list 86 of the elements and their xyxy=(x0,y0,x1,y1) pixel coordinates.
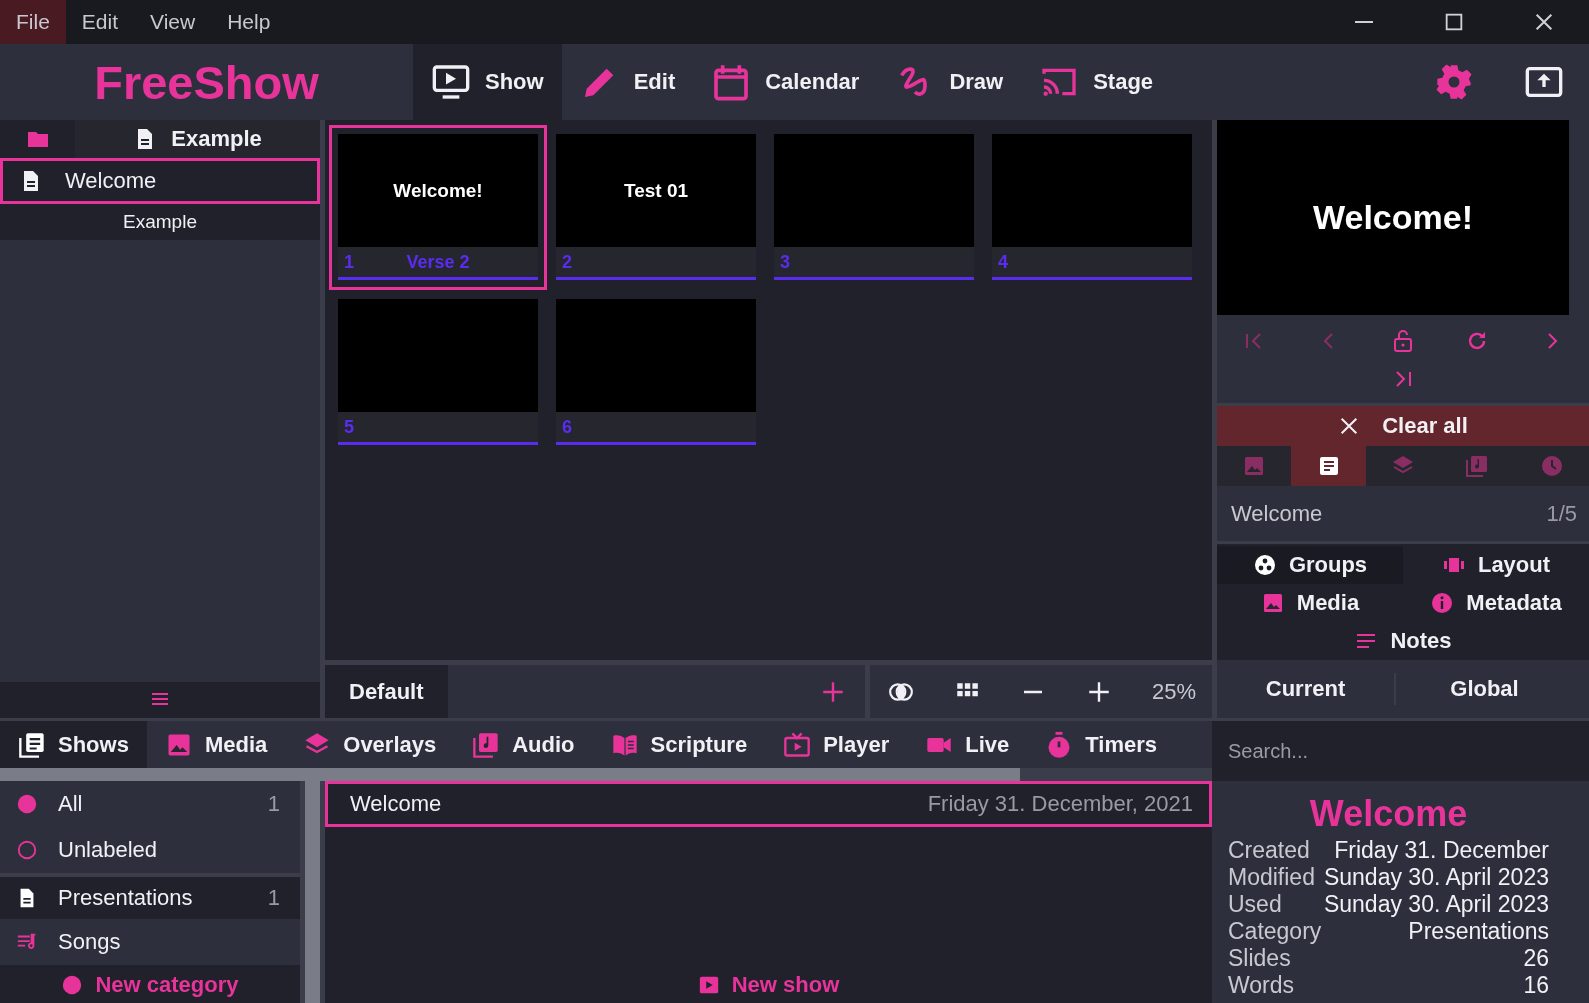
info-value: Presentations xyxy=(1408,918,1549,945)
menu-item[interactable]: Help xyxy=(211,0,287,44)
scrollbar[interactable] xyxy=(0,768,1020,781)
info-label: Slides xyxy=(1228,945,1291,972)
info-value: Sunday 30. April 2023 xyxy=(1323,891,1549,918)
slide-number: 1 xyxy=(344,251,355,273)
drawer-tab[interactable]: Live xyxy=(907,721,1028,768)
drawer-tab[interactable]: Media xyxy=(146,721,286,768)
slide-counter: 1/5 xyxy=(1546,500,1577,527)
drawer-tab[interactable]: Player xyxy=(765,721,908,768)
project-tab[interactable]: Example xyxy=(75,120,320,158)
clock-icon xyxy=(1539,454,1564,478)
nav-tab[interactable]: Stage xyxy=(1021,44,1172,120)
app-logo: FreeShow xyxy=(93,54,320,111)
slide-card[interactable]: Test 01 2 xyxy=(547,125,765,290)
drawer-tab[interactable]: Scripture xyxy=(592,721,766,768)
nav-tab[interactable]: Edit xyxy=(561,44,694,120)
slide-number: 2 xyxy=(562,251,573,273)
slide-thumbnail: Test 01 xyxy=(556,134,756,247)
lock-icon[interactable] xyxy=(1391,329,1415,353)
info-label: Words xyxy=(1228,972,1295,999)
show-date: Friday 31. December, 2021 xyxy=(927,791,1193,817)
info-value: 16 xyxy=(1523,972,1549,999)
drawer-tab[interactable]: Timers xyxy=(1027,721,1175,768)
tool-tab[interactable]: Groups xyxy=(1217,546,1403,584)
menu-item[interactable]: Edit xyxy=(65,0,135,44)
slide-number: 4 xyxy=(998,251,1009,273)
slide-thumbnail: Welcome! xyxy=(338,134,538,247)
minimize-icon xyxy=(1353,20,1375,24)
clear-all-button[interactable]: Clear all xyxy=(1217,406,1589,446)
folder-label: Example xyxy=(0,204,320,240)
tool-tab[interactable]: Metadata xyxy=(1403,584,1589,622)
item-count: 1 xyxy=(267,791,280,817)
tv-icon xyxy=(783,730,812,759)
info-label: Category xyxy=(1228,918,1322,945)
screen-play-icon xyxy=(431,62,471,102)
scrollbar[interactable] xyxy=(305,781,320,1003)
output-preview: Welcome! xyxy=(1217,120,1569,315)
show-row[interactable]: Welcome Friday 31. December, 2021 xyxy=(325,781,1212,827)
drawer-tab[interactable]: Audio xyxy=(454,721,593,768)
stacked-list-icon xyxy=(18,730,46,759)
close-icon xyxy=(1533,11,1555,33)
maximize-icon xyxy=(1443,11,1465,33)
settings-icon xyxy=(1434,62,1474,102)
music-icon xyxy=(1465,454,1490,478)
music-icon xyxy=(472,730,501,759)
info-icon xyxy=(1430,591,1455,615)
output-tab[interactable] xyxy=(1291,446,1366,486)
play-icon xyxy=(697,974,720,996)
layout-selector[interactable]: Default xyxy=(325,665,448,718)
info-title: Welcome xyxy=(1308,793,1469,835)
nav-tab[interactable]: Show xyxy=(413,44,562,120)
group-tab[interactable]: Current xyxy=(1217,676,1394,702)
search-field[interactable]: Search... xyxy=(1212,721,1589,781)
info-value: Friday 31. December xyxy=(1334,837,1549,864)
show-name: Welcome xyxy=(350,791,442,817)
circle-icon xyxy=(16,793,38,815)
slide-card[interactable]: Welcome! 1 Verse 2 xyxy=(329,125,547,290)
new-category-button[interactable]: New category xyxy=(0,965,300,1003)
drawer-tab[interactable]: Overlays xyxy=(285,721,455,768)
nav-tab[interactable]: Calendar xyxy=(693,44,878,120)
tool-tab[interactable]: Notes xyxy=(1217,622,1589,660)
ring-icon xyxy=(16,839,38,861)
slide-number: 5 xyxy=(344,416,355,438)
info-value: Sunday 30. April 2023 xyxy=(1323,864,1549,891)
slide-number: 6 xyxy=(562,416,573,438)
info-label: Used xyxy=(1228,891,1282,918)
slide-group: Verse 2 xyxy=(384,251,532,273)
slide-number: 3 xyxy=(780,251,791,273)
project-item[interactable]: Welcome xyxy=(0,158,320,204)
item-count: 1 xyxy=(267,885,280,911)
nav-tab[interactable]: Draw xyxy=(877,44,1022,120)
info-value: 26 xyxy=(1523,945,1549,972)
show-name: Welcome xyxy=(1231,500,1323,527)
category-item[interactable]: Presentations 1 xyxy=(0,873,300,919)
drawer-tab[interactable]: Shows xyxy=(0,721,147,768)
group-tab[interactable]: Global xyxy=(1396,676,1573,702)
dots-circle-icon xyxy=(1252,553,1277,577)
circle-icon xyxy=(61,974,84,996)
tool-tab[interactable]: Media xyxy=(1217,584,1403,622)
menu-item[interactable]: File xyxy=(0,0,66,44)
menu-item[interactable]: View xyxy=(134,0,212,44)
zoom-level: 25% xyxy=(1151,678,1196,705)
info-label: Modified xyxy=(1228,864,1315,891)
tool-tab[interactable]: Layout xyxy=(1403,546,1589,584)
info-label: Created xyxy=(1228,837,1310,864)
